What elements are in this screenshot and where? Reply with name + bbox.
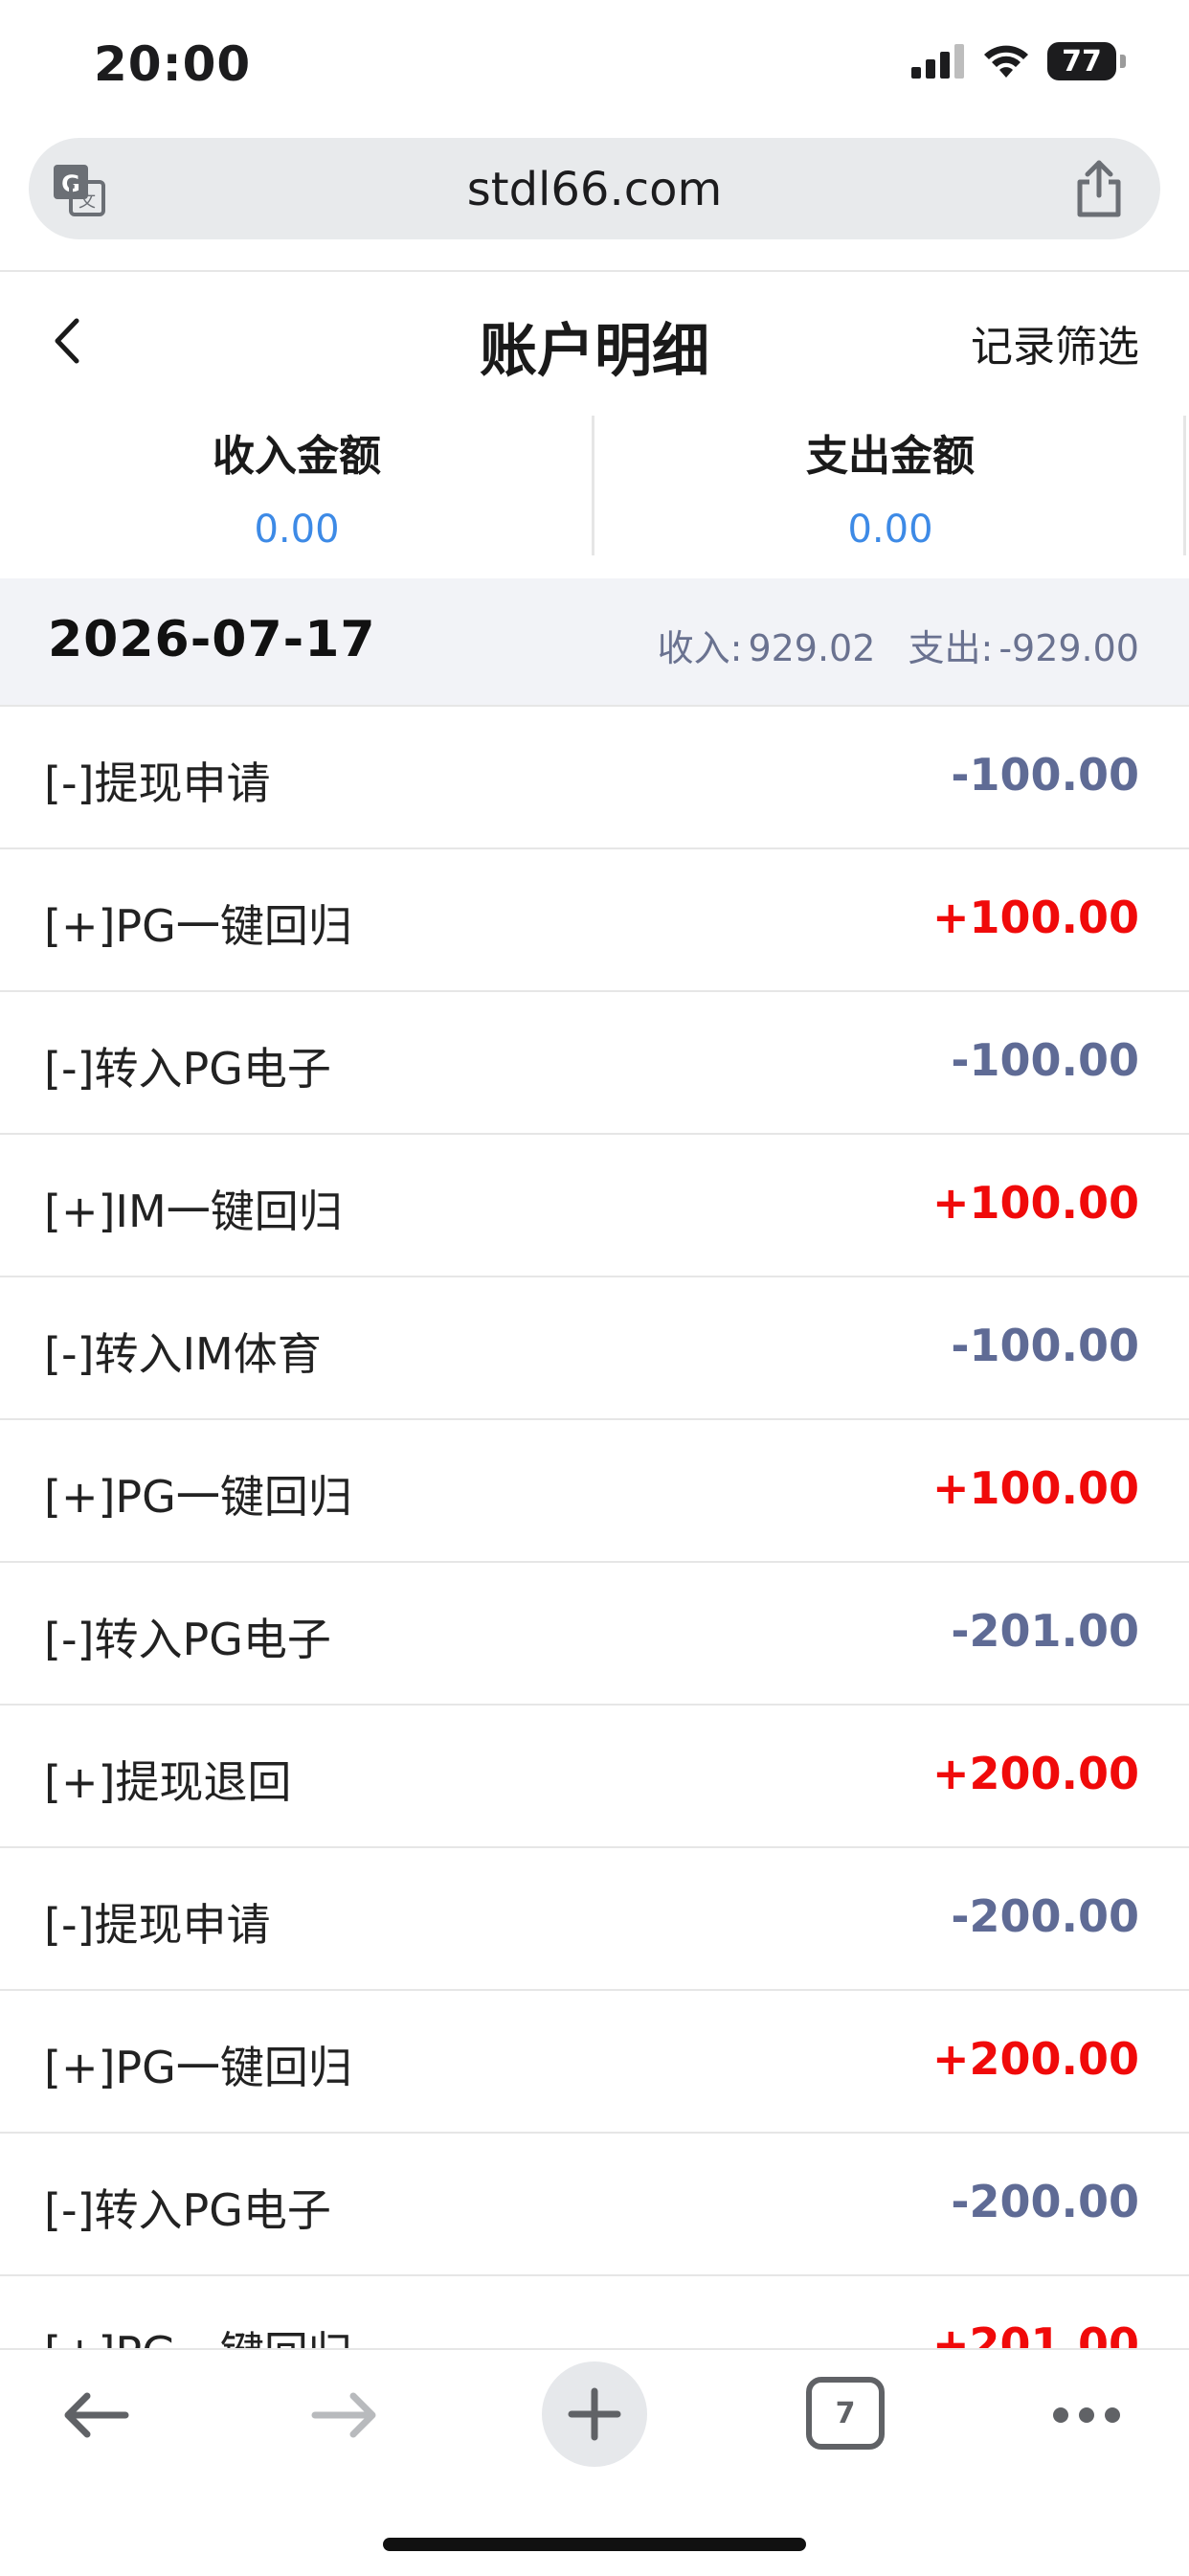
list-item[interactable]: [+]提现退回 +200.00	[0, 1706, 1189, 1848]
group-income-label: 收入:	[657, 627, 743, 669]
tx-desc: [-]转入PG电子	[44, 2184, 331, 2236]
income-value: 0.00	[254, 508, 340, 552]
new-tab-button[interactable]	[542, 2361, 647, 2467]
list-item[interactable]: [+]IM一键回归 +100.00	[0, 1135, 1189, 1277]
list-item[interactable]: [-]提现申请 -200.00	[0, 1848, 1189, 1991]
list-item[interactable]: [-]转入PG电子 -200.00	[0, 2134, 1189, 2276]
status-icons: 77	[911, 42, 1126, 80]
more-button[interactable]	[1034, 2350, 1139, 2480]
tx-amount: -201.00	[951, 1605, 1139, 1657]
tx-amount: +200.00	[931, 2033, 1139, 2085]
tx-amount: +200.00	[931, 1748, 1139, 1799]
tx-amount: +201.00	[931, 2318, 1139, 2350]
record-filter-button[interactable]: 记录筛选	[971, 312, 1139, 373]
status-time: 20:00	[94, 36, 252, 92]
more-dots-icon	[1053, 2407, 1120, 2423]
share-icon[interactable]	[1072, 159, 1126, 218]
tx-amount: -100.00	[951, 1320, 1139, 1371]
battery-level: 77	[1062, 44, 1102, 79]
signal-icon	[911, 44, 964, 79]
tx-desc: [+]PG一键回归	[44, 900, 352, 952]
tx-amount: +100.00	[931, 1177, 1139, 1229]
tx-desc: [-]提现申请	[44, 1899, 271, 1951]
group-income-value: 929.02	[748, 627, 876, 669]
list-item[interactable]: [+]PG一键回归 +200.00	[0, 1991, 1189, 2134]
tx-desc: [+]提现退回	[44, 1756, 292, 1808]
tx-desc: [-]转入PG电子	[44, 1614, 331, 1665]
summary-edge-divider	[1183, 416, 1186, 555]
tx-amount: -200.00	[951, 1890, 1139, 1942]
status-bar: 20:00 77	[0, 0, 1189, 132]
address-bar[interactable]: G 文 stdl66.com	[29, 138, 1160, 239]
arrow-left-icon	[64, 2392, 129, 2438]
group-expense-label: 支出:	[908, 627, 994, 669]
transaction-list[interactable]: [-]提现申请 -100.00 [+]PG一键回归 +100.00 [-]转入PG电…	[0, 705, 1189, 2350]
battery-icon: 77	[1047, 42, 1116, 80]
tabs-button[interactable]: 7	[806, 2377, 885, 2450]
group-stats: 收入: 929.02 支出: -929.00	[652, 619, 1139, 671]
wifi-icon	[984, 45, 1028, 78]
expense-summary: 支出金额 0.00	[594, 412, 1187, 555]
date-group-header: 2026-07-17 收入: 929.02 支出: -929.00	[0, 578, 1189, 705]
tx-amount: -100.00	[951, 749, 1139, 801]
tx-desc: [+]PG一键回归	[44, 1471, 352, 1523]
tx-desc: [-]提现申请	[44, 757, 271, 809]
tab-count: 7	[835, 2396, 856, 2430]
tx-desc: [+]PG一键回归	[44, 2318, 352, 2350]
expense-label: 支出金额	[806, 432, 975, 481]
tx-desc: [+]IM一键回归	[44, 1186, 343, 1237]
browser-back-button[interactable]	[48, 2350, 144, 2480]
page-header: 账户明细 记录筛选	[0, 272, 1189, 406]
tx-amount: -200.00	[951, 2176, 1139, 2227]
list-item[interactable]: [-]转入PG电子 -201.00	[0, 1563, 1189, 1706]
group-expense-value: -929.00	[998, 627, 1139, 669]
home-indicator	[383, 2538, 806, 2551]
list-item[interactable]: [+]PG一键回归 +201.00	[0, 2276, 1189, 2350]
browser-toolbar: 7	[0, 2348, 1189, 2576]
tx-amount: +100.00	[931, 1462, 1139, 1514]
tx-amount: -100.00	[951, 1034, 1139, 1086]
tx-desc: [-]转入IM体育	[44, 1328, 322, 1380]
income-label: 收入金额	[213, 432, 381, 481]
tx-desc: [-]转入PG电子	[44, 1043, 331, 1095]
browser-forward-button[interactable]	[297, 2350, 393, 2480]
arrow-right-icon	[311, 2392, 376, 2438]
list-item[interactable]: [-]转入IM体育 -100.00	[0, 1277, 1189, 1420]
expense-value: 0.00	[847, 508, 933, 552]
amount-summary: 收入金额 0.00 支出金额 0.00	[0, 412, 1189, 555]
tx-amount: +100.00	[931, 892, 1139, 943]
income-summary: 收入金额 0.00	[0, 412, 594, 555]
url-text[interactable]: stdl66.com	[29, 163, 1160, 216]
list-item[interactable]: [+]PG一键回归 +100.00	[0, 849, 1189, 992]
battery-cap	[1120, 55, 1126, 68]
list-item[interactable]: [-]转入PG电子 -100.00	[0, 992, 1189, 1135]
tx-desc: [+]PG一键回归	[44, 2042, 352, 2093]
list-item[interactable]: [+]PG一键回归 +100.00	[0, 1420, 1189, 1563]
list-item[interactable]: [-]提现申请 -100.00	[0, 707, 1189, 849]
group-date: 2026-07-17	[48, 611, 376, 668]
plus-icon	[568, 2387, 621, 2441]
